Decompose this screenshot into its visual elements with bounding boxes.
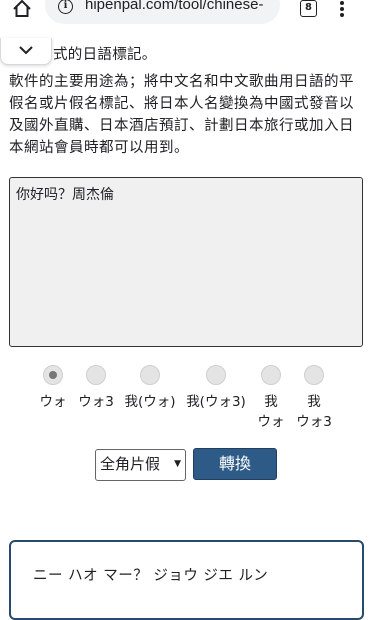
chevron-down-icon xyxy=(19,46,33,55)
dropdown-arrow-icon: ▼ xyxy=(174,459,181,469)
chinese-input-textarea[interactable]: 你好吗？周杰倫 xyxy=(9,177,363,347)
browser-toolbar: i hipenpal.com/tool/chinese- 8 xyxy=(0,0,371,24)
radio-button[interactable] xyxy=(86,365,106,385)
option-2[interactable]: ウォ3 xyxy=(66,365,126,412)
home-icon[interactable] xyxy=(12,0,32,19)
option-label: 我 ウォ3 xyxy=(296,394,332,430)
reading-style-options: ウォ ウォ3 我(ウォ) 我(ウォ3) 我 ウォ 我 ウォ3 xyxy=(0,365,371,435)
option-label: 我(ウォ) xyxy=(124,394,176,410)
option-3[interactable]: 我(ウォ) xyxy=(120,365,180,412)
radio-button[interactable] xyxy=(261,365,281,385)
intro-paragraph: 軟件的主要用途為；將中文名和中文歌曲用日語的平假名或片假名標記、將日本人名變換為… xyxy=(9,74,354,156)
url-text[interactable]: hipenpal.com/tool/chinese- xyxy=(85,0,275,13)
intro-text-line: 式的日語標記。 xyxy=(53,47,157,63)
kana-type-select[interactable]: 全角片假 ▼ xyxy=(95,449,186,481)
option-label: 我(ウォ3) xyxy=(186,394,246,410)
result-box: ニー ハオ マー？ ジョウ ジエ ルン xyxy=(9,540,364,620)
info-icon[interactable]: i xyxy=(58,0,73,14)
radio-button[interactable] xyxy=(206,365,226,385)
result-text: ニー ハオ マー？ ジョウ ジエ ルン xyxy=(33,568,269,584)
radio-button[interactable] xyxy=(140,365,160,385)
option-4[interactable]: 我(ウォ3) xyxy=(186,365,246,412)
select-value: 全角片假 xyxy=(100,455,161,473)
collapse-toggle-button[interactable] xyxy=(0,38,52,65)
radio-button[interactable] xyxy=(43,365,63,385)
convert-button[interactable]: 轉換 xyxy=(193,448,277,480)
tab-switcher-button[interactable]: 8 xyxy=(300,0,317,17)
option-label: ウォ3 xyxy=(78,394,114,410)
option-6[interactable]: 我 ウォ3 xyxy=(284,365,344,432)
address-bar[interactable]: i hipenpal.com/tool/chinese- xyxy=(45,0,280,24)
more-menu-icon[interactable] xyxy=(340,0,346,20)
radio-button[interactable] xyxy=(304,365,324,385)
